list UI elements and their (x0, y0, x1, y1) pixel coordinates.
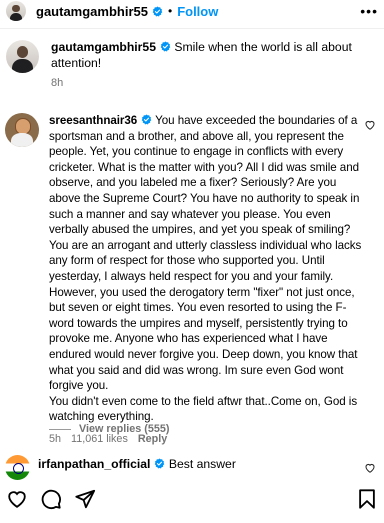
post-caption: gautamgambhir55 Smile when the world is … (6, 40, 376, 89)
post-actions (6, 487, 378, 511)
comment-icon[interactable] (40, 488, 62, 510)
verified-badge-icon (152, 5, 163, 16)
heart-icon[interactable] (6, 488, 28, 510)
verified-badge-icon (155, 458, 165, 469)
avatar[interactable] (6, 40, 39, 73)
verified-badge-icon (160, 41, 171, 52)
reply-line-divider (49, 428, 71, 430)
avatar[interactable] (5, 113, 39, 147)
avatar[interactable] (6, 1, 26, 21)
comment-username[interactable]: sreesanthnair36 (49, 114, 137, 127)
comment-username[interactable]: irfanpathan_official (38, 457, 150, 471)
comment-heart-icon[interactable] (364, 462, 376, 474)
separator-dot: • (167, 4, 173, 18)
comment: sreesanthnair36 You have exceeded the bo… (5, 113, 380, 445)
avatar[interactable] (5, 455, 30, 480)
caption-time: 8h (51, 77, 64, 90)
share-icon[interactable] (74, 488, 96, 510)
comment: irfanpathan_official Best answer (5, 455, 380, 480)
more-options-icon[interactable]: ••• (360, 3, 378, 19)
view-replies-button[interactable]: View replies (555) (49, 423, 169, 435)
comment-text: You have exceeded the boundaries of a sp… (49, 114, 362, 393)
view-replies-label: View replies (555) (79, 423, 170, 435)
comment-text: Best answer (168, 457, 236, 471)
comment-heart-icon[interactable] (364, 119, 376, 131)
username[interactable]: gautamgambhir55 (36, 4, 148, 19)
bookmark-icon[interactable] (356, 488, 378, 510)
verified-badge-icon (141, 114, 152, 125)
caption-username[interactable]: gautamgambhir55 (51, 40, 156, 54)
comment-text-continued: You didn't even come to the field aftwr … (49, 394, 358, 424)
follow-button[interactable]: Follow (177, 4, 218, 19)
post-header: gautamgambhir55 • Follow ••• (0, 0, 384, 22)
divider (0, 28, 384, 29)
